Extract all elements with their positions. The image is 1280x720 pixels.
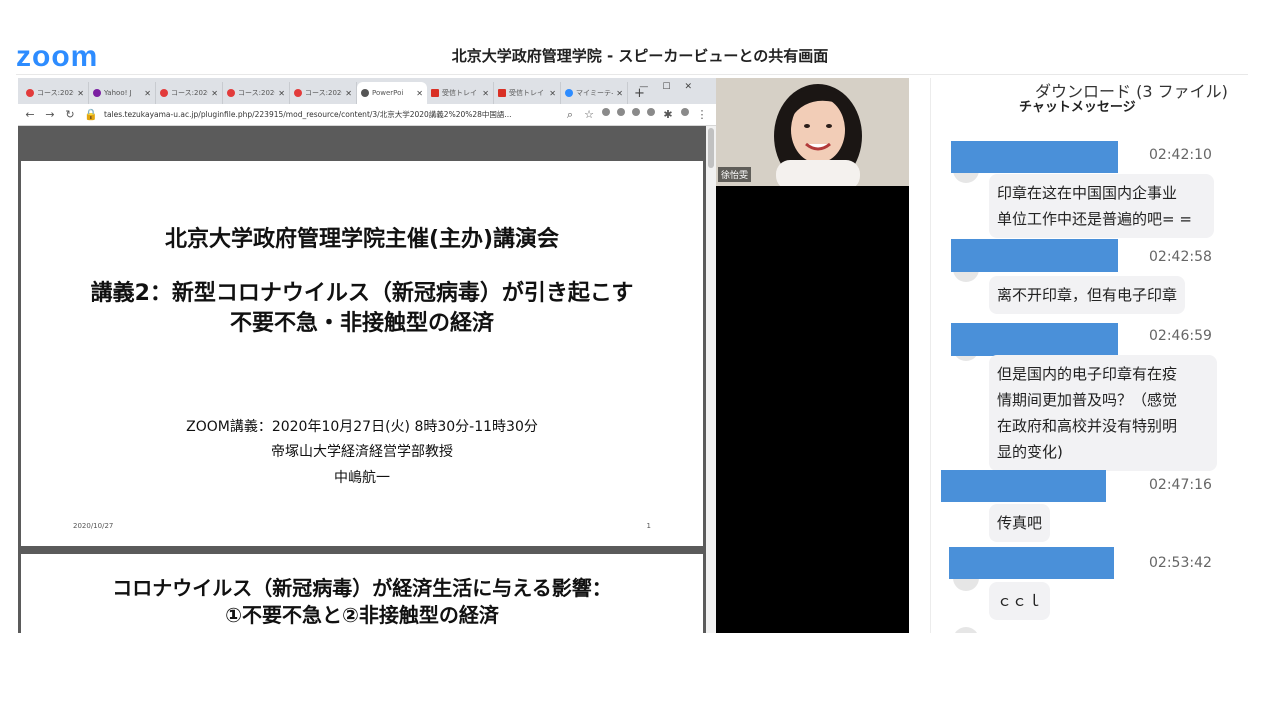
- sender-name-redacted: [951, 141, 1118, 173]
- message-text-line: 离不开印章，但有电子印章: [997, 286, 1178, 304]
- sender-avatar: [953, 627, 979, 633]
- lock-icon[interactable]: 🔒: [84, 108, 98, 121]
- close-tab-icon[interactable]: ✕: [77, 89, 84, 98]
- extension-icon[interactable]: [617, 107, 625, 116]
- message-time: 02:53:42: [1149, 555, 1212, 571]
- sender-name-redacted: [951, 239, 1118, 272]
- slide-footer-date: 2020/10/27: [73, 522, 114, 530]
- moodle-favicon-icon: [26, 89, 34, 97]
- video-placeholder: [716, 186, 909, 633]
- close-tab-icon[interactable]: ✕: [549, 89, 556, 98]
- sender-name-redacted: [951, 323, 1118, 356]
- minimize-icon[interactable]: —: [639, 82, 662, 92]
- menu-dots-icon[interactable]: ⋮: [696, 108, 708, 122]
- browser-tab[interactable]: Yahoo! J ✕: [89, 82, 156, 104]
- sender-name-redacted: [949, 547, 1114, 579]
- profile-avatar[interactable]: [681, 107, 689, 116]
- slide-2: コロナウイルス（新冠病毒）が経済生活に与える影響： ①不要不急と②非接触型の経済: [21, 554, 703, 633]
- close-tab-icon[interactable]: ✕: [211, 89, 218, 98]
- close-tab-icon[interactable]: ✕: [278, 89, 285, 98]
- moodle-favicon-icon: [227, 89, 235, 97]
- browser-tab-bar: コース:2020 ✕ Yahoo! J ✕ コース:2020 ✕ コース:2020 ✕ …: [18, 78, 716, 104]
- message-text-line: 情期间更加普及吗？（感觉: [997, 391, 1178, 409]
- message-text-line: ｃｃｌ: [997, 592, 1043, 610]
- message-bubble: ｃｃｌ: [989, 582, 1051, 620]
- browser-tab[interactable]: コース:2020 ✕: [290, 82, 357, 104]
- slide-page-number: 1: [646, 522, 651, 530]
- message-text-line: 传真吧: [997, 514, 1043, 532]
- address-bar: ← → ↻ 🔒 tales.tezukayama-u.ac.jp/pluginf…: [18, 104, 716, 126]
- extension-icon[interactable]: [647, 107, 655, 116]
- message-text-line: 在政府和高校并没有特别明: [997, 417, 1178, 435]
- close-tab-icon[interactable]: ✕: [482, 89, 489, 98]
- browser-tab[interactable]: マイミーティ✕: [561, 82, 628, 104]
- shared-screen[interactable]: コース:2020 ✕ Yahoo! J ✕ コース:2020 ✕ コース:2020 ✕ …: [18, 78, 716, 633]
- browser-tab[interactable]: 受信トレイ ✕: [427, 82, 494, 104]
- message-bubble: 传真吧: [989, 504, 1051, 542]
- slide-info-line1: ZOOM講義：2020年10月27日(火) 8時30分-11時30分: [186, 419, 538, 435]
- scrollbar-thumb[interactable]: [708, 128, 714, 168]
- message-text-line: 单位工作中还是普遍的吧= =: [997, 210, 1192, 228]
- speaker-video[interactable]: 徐怡雯: [716, 78, 909, 186]
- chat-panel: ダウンロード (3 ファイル) チャットメッセージ 02:42:10 印章在这在…: [930, 78, 1232, 633]
- slide-subtitle-line1: 講義2：新型コロナウイルス（新冠病毒）が引き起こす: [90, 281, 634, 306]
- share-title: 北京大学政府管理学院 - スピーカービューとの共有画面: [451, 47, 829, 65]
- message-bubble: 印章在这在中国国内企事业 单位工作中还是普遍的吧= =: [989, 174, 1214, 238]
- moodle-favicon-icon: [160, 89, 168, 97]
- message-text-line: 印章在这在中国国内企事业: [997, 184, 1178, 202]
- slide-subtitle-line2: 不要不急・非接触型の経済: [229, 311, 494, 336]
- browser-tab[interactable]: コース:2020 ✕: [22, 82, 89, 104]
- gmail-favicon-icon: [431, 89, 439, 97]
- extension-icon[interactable]: [602, 107, 610, 116]
- message-bubble: 但是国内的电子印章有在疫 情期间更加普及吗？（感觉 在政府和高校并没有特别明 显…: [989, 355, 1217, 471]
- forward-arrow-icon[interactable]: →: [44, 108, 56, 121]
- header-divider: [16, 74, 1248, 75]
- zoom-logo: zoom: [16, 40, 99, 73]
- maximize-icon[interactable]: ☐: [662, 82, 684, 92]
- message-time: 02:46:59: [1149, 328, 1212, 344]
- extension-toolbar: ⌕ ☆ ✱ ⋮: [564, 107, 716, 122]
- close-tab-icon[interactable]: ✕: [416, 89, 423, 98]
- browser-tab-active[interactable]: PowerPoi ✕: [357, 82, 427, 104]
- search-icon[interactable]: ⌕: [564, 108, 576, 122]
- message-time: 02:42:58: [1149, 249, 1212, 265]
- back-arrow-icon[interactable]: ←: [24, 108, 36, 121]
- message-text-line: 但是国内的电子印章有在疫: [997, 365, 1178, 383]
- message-time: 02:42:10: [1149, 147, 1212, 163]
- slide-info-line2: 帝塚山大学経済経営学部教授: [271, 444, 453, 460]
- reload-icon[interactable]: ↻: [64, 108, 76, 121]
- participant-name-tag: 徐怡雯: [718, 167, 752, 182]
- message-time: 02:47:16: [1149, 477, 1212, 493]
- slide-title: 北京大学政府管理学院主催(主办)講演会: [164, 227, 560, 252]
- moodle-favicon-icon: [294, 89, 302, 97]
- browser-tab[interactable]: コース:2020 ✕: [223, 82, 290, 104]
- zoom-window: zoom 北京大学政府管理学院 - スピーカービューとの共有画面 コース:202…: [0, 0, 1280, 720]
- close-tab-icon[interactable]: ✕: [144, 89, 151, 98]
- slide-info-line3: 中嶋航一: [334, 470, 390, 486]
- browser-tab[interactable]: コース:2020 ✕: [156, 82, 223, 104]
- message-bubble: 离不开印章，但有电子印章: [989, 276, 1186, 314]
- puzzle-icon[interactable]: ✱: [662, 108, 674, 122]
- close-window-icon[interactable]: ✕: [684, 82, 706, 92]
- zoom-favicon-icon: [565, 89, 573, 97]
- window-controls[interactable]: —☐✕: [639, 82, 706, 92]
- extension-icon[interactable]: [632, 107, 640, 116]
- slide-1: 北京大学政府管理学院主催(主办)講演会 講義2：新型コロナウイルス（新冠病毒）が…: [21, 161, 703, 546]
- gmail-favicon-icon: [498, 89, 506, 97]
- speaker-person-image: [756, 78, 886, 186]
- slide2-title-line2: ①不要不急と②非接触型の経済: [225, 603, 499, 627]
- close-tab-icon[interactable]: ✕: [345, 89, 352, 98]
- url-input[interactable]: tales.tezukayama-u.ac.jp/pluginfile.php/…: [104, 109, 556, 120]
- star-icon[interactable]: ☆: [583, 108, 595, 122]
- yahoo-favicon-icon: [93, 89, 101, 97]
- message-text-line: 显的变化): [997, 443, 1063, 461]
- slide-viewer[interactable]: 北京大学政府管理学院主催(主办)講演会 講義2：新型コロナウイルス（新冠病毒）が…: [18, 126, 706, 633]
- sender-name-redacted: [941, 470, 1106, 502]
- close-tab-icon[interactable]: ✕: [616, 89, 623, 98]
- slide-scrollbar[interactable]: [706, 126, 716, 633]
- powerpoint-favicon-icon: [361, 89, 369, 97]
- chat-title: チャットメッセージ: [1019, 100, 1136, 115]
- slide2-title-line1: コロナウイルス（新冠病毒）が経済生活に与える影響：: [112, 576, 612, 600]
- browser-tab[interactable]: 受信トレイ ✕: [494, 82, 561, 104]
